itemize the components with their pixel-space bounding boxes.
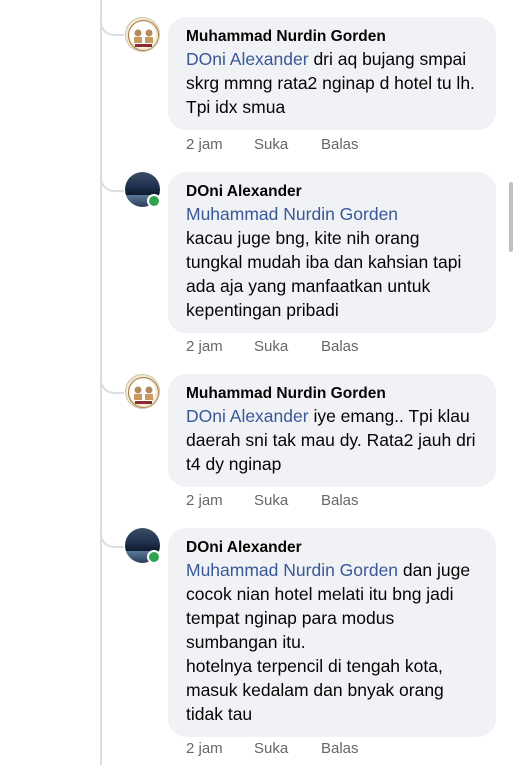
comment-actions: 2 jam Suka Balas bbox=[186, 136, 359, 153]
comment-bubble: Muhammad Nurdin Gorden DOni Alexander dr… bbox=[168, 17, 496, 130]
comment-actions: 2 jam Suka Balas bbox=[186, 740, 359, 757]
avatar[interactable] bbox=[125, 172, 161, 208]
like-button[interactable]: Suka bbox=[254, 338, 321, 355]
mention-link[interactable]: DOni Alexander bbox=[186, 406, 309, 426]
comment-actions: 2 jam Suka Balas bbox=[186, 492, 359, 509]
avatar[interactable] bbox=[125, 528, 161, 564]
comment-bubble: DOni Alexander Muhammad Nurdin Gorden kac… bbox=[168, 172, 496, 333]
comment-timestamp[interactable]: 2 jam bbox=[186, 492, 254, 509]
online-status-icon bbox=[147, 194, 161, 208]
comment-text: DOni Alexander dri aq bujang smpai skrg … bbox=[186, 49, 475, 117]
scrollbar[interactable] bbox=[509, 182, 513, 252]
avatar[interactable] bbox=[125, 374, 160, 409]
comment-text: DOni Alexander iye emang.. Tpi klau daer… bbox=[186, 406, 476, 474]
mention-link[interactable]: Muhammad Nurdin Gorden bbox=[186, 560, 398, 580]
comment-timestamp[interactable]: 2 jam bbox=[186, 740, 254, 757]
comment-text: Muhammad Nurdin Gorden dan juge cocok ni… bbox=[186, 560, 471, 724]
comment-actions: 2 jam Suka Balas bbox=[186, 338, 359, 355]
like-button[interactable]: Suka bbox=[254, 136, 321, 153]
reply-connector bbox=[100, 170, 124, 192]
reply-button[interactable]: Balas bbox=[321, 338, 359, 355]
online-status-icon bbox=[147, 550, 161, 564]
reply-button[interactable]: Balas bbox=[321, 740, 359, 757]
reply-connector bbox=[100, 526, 124, 548]
comment-bubble: DOni Alexander Muhammad Nurdin Gorden da… bbox=[168, 528, 496, 737]
mention-link[interactable]: DOni Alexander bbox=[186, 49, 309, 69]
reply-connector bbox=[100, 372, 124, 394]
comment-thread: Muhammad Nurdin Gorden DOni Alexander dr… bbox=[0, 0, 513, 765]
org-logo-icon bbox=[125, 374, 160, 409]
mention-link[interactable]: Muhammad Nurdin Gorden bbox=[186, 204, 398, 224]
avatar[interactable] bbox=[125, 17, 160, 52]
org-logo-icon bbox=[125, 17, 160, 52]
reply-button[interactable]: Balas bbox=[321, 492, 359, 509]
comment-timestamp[interactable]: 2 jam bbox=[186, 136, 254, 153]
reply-connector bbox=[100, 14, 124, 36]
comment-author[interactable]: DOni Alexander bbox=[186, 181, 478, 202]
comment-text: Muhammad Nurdin Gorden kacau juge bng, ki… bbox=[186, 204, 462, 320]
reply-button[interactable]: Balas bbox=[321, 136, 359, 153]
comment-timestamp[interactable]: 2 jam bbox=[186, 338, 254, 355]
comment-bubble: Muhammad Nurdin Gorden DOni Alexander iy… bbox=[168, 374, 496, 487]
like-button[interactable]: Suka bbox=[254, 740, 321, 757]
comment-author[interactable]: Muhammad Nurdin Gorden bbox=[186, 383, 478, 404]
comment-author[interactable]: Muhammad Nurdin Gorden bbox=[186, 26, 478, 47]
like-button[interactable]: Suka bbox=[254, 492, 321, 509]
comment-author[interactable]: DOni Alexander bbox=[186, 537, 478, 558]
